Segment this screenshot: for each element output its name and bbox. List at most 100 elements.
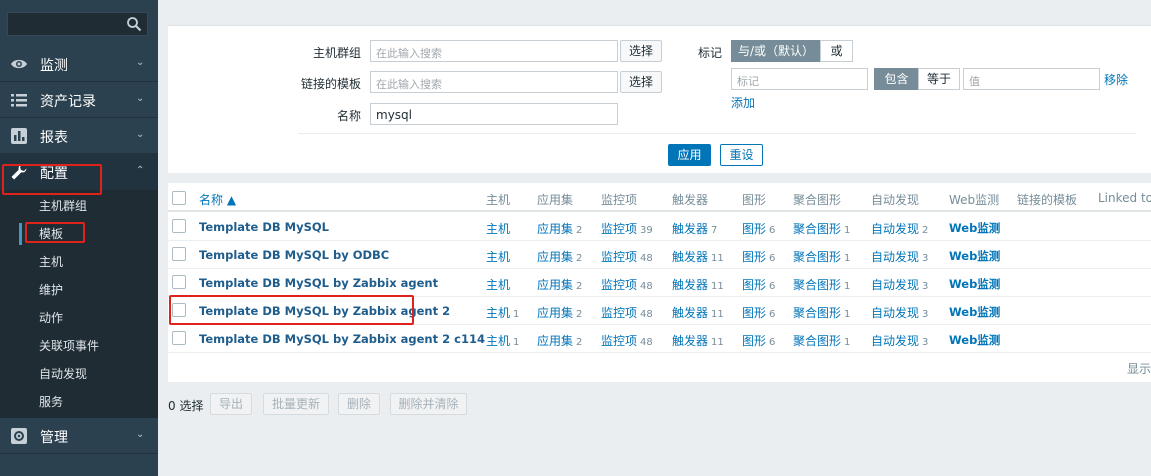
tag-value-input[interactable]: 值	[963, 68, 1100, 90]
menu-item-monitoring[interactable]: 监测 ⌄	[0, 46, 158, 82]
submenu-item-maintenance[interactable]: 维护	[0, 276, 158, 304]
select-all-checkbox[interactable]	[172, 191, 186, 205]
linked-template-select-button[interactable]: 选择	[620, 71, 662, 93]
items-link[interactable]: 监控项	[601, 306, 637, 320]
mass-update-button[interactable]: 批量更新	[263, 393, 329, 415]
delete-and-clear-button[interactable]: 删除并清除	[390, 393, 467, 415]
menu-item-reports[interactable]: 报表 ⌄	[0, 118, 158, 154]
menu-label: 资产记录	[40, 94, 96, 110]
graphs-link[interactable]: 图形	[742, 278, 766, 292]
list-icon	[11, 94, 27, 107]
screens-cell: 聚合图形 1	[793, 220, 850, 237]
items-count: 48	[640, 281, 653, 292]
graphs-link[interactable]: 图形	[742, 250, 766, 264]
row-checkbox[interactable]	[172, 219, 186, 233]
submenu-item-host-groups[interactable]: 主机群组	[0, 192, 158, 220]
menu-item-administration[interactable]: 管理 ⌄	[0, 418, 158, 454]
triggers-count: 11	[711, 281, 724, 292]
submenu-item-actions[interactable]: 动作	[0, 304, 158, 332]
hosts-link[interactable]: 主机	[486, 334, 510, 348]
applications-link[interactable]: 应用集	[537, 222, 573, 236]
sidebar-search-input[interactable]	[7, 12, 148, 36]
name-input[interactable]: mysql	[370, 103, 618, 125]
submenu-item-services[interactable]: 服务	[0, 388, 158, 416]
screens-link[interactable]: 聚合图形	[793, 334, 841, 348]
selected-count: 0 选择	[168, 399, 204, 413]
screens-count: 1	[844, 253, 851, 264]
applications-count: 2	[576, 281, 583, 292]
graphs-link[interactable]: 图形	[742, 334, 766, 348]
triggers-link[interactable]: 触发器	[672, 250, 708, 264]
highlight-box-templates	[25, 222, 85, 243]
tag-op-contains[interactable]: 包含	[874, 68, 919, 90]
hosts-link[interactable]: 主机	[486, 306, 510, 320]
tag-op-equals[interactable]: 等于	[918, 68, 960, 90]
submenu-item-hosts[interactable]: 主机	[0, 248, 158, 276]
web-link[interactable]: Web监测	[949, 248, 1000, 264]
hosts-link[interactable]: 主机	[486, 278, 510, 292]
screens-link[interactable]: 聚合图形	[793, 306, 841, 320]
submenu-item-event-correlation[interactable]: 关联项事件	[0, 332, 158, 360]
submenu-item-discovery[interactable]: 自动发现	[0, 360, 158, 388]
hosts-link[interactable]: 主机	[486, 250, 510, 264]
linked-template-input[interactable]: 在此输入搜索	[370, 71, 618, 93]
items-link[interactable]: 监控项	[601, 278, 637, 292]
tag-mode-or[interactable]: 或	[820, 40, 853, 62]
export-button[interactable]: 导出	[210, 393, 252, 415]
screens-link[interactable]: 聚合图形	[793, 250, 841, 264]
items-link[interactable]: 监控项	[601, 334, 637, 348]
triggers-link[interactable]: 触发器	[672, 306, 708, 320]
filter-panel: 主机群组 在此输入搜索 选择 链接的模板 在此输入搜索 选择 名称 mysql …	[168, 25, 1151, 173]
graphs-link[interactable]: 图形	[742, 222, 766, 236]
reset-button[interactable]: 重设	[720, 144, 763, 166]
delete-button[interactable]: 删除	[338, 393, 380, 415]
header-graphs: 图形	[742, 193, 767, 207]
tag-name-input[interactable]: 标记	[731, 68, 868, 90]
triggers-link[interactable]: 触发器	[672, 222, 708, 236]
applications-link[interactable]: 应用集	[537, 334, 573, 348]
discovery-link[interactable]: 自动发现	[871, 222, 919, 236]
triggers-cell: 触发器 7	[672, 220, 717, 237]
template-name-link[interactable]: Template DB MySQL	[199, 220, 329, 234]
tag-mode-and-or[interactable]: 与/或（默认）	[731, 40, 821, 62]
tag-add-link[interactable]: 添加	[731, 94, 755, 111]
hosts-cell: 主机	[486, 248, 513, 265]
discovery-link[interactable]: 自动发现	[871, 306, 919, 320]
web-link[interactable]: Web监测	[949, 220, 1000, 236]
applications-link[interactable]: 应用集	[537, 250, 573, 264]
discovery-count: 3	[922, 337, 929, 348]
tag-remove-link[interactable]: 移除	[1104, 71, 1128, 88]
template-name-link[interactable]: Template DB MySQL by Zabbix agent	[199, 276, 438, 290]
host-group-select-button[interactable]: 选择	[620, 40, 662, 62]
items-link[interactable]: 监控项	[601, 222, 637, 236]
hosts-cell: 主机	[486, 220, 513, 237]
graphs-count: 6	[769, 337, 776, 348]
discovery-link[interactable]: 自动发现	[871, 250, 919, 264]
row-checkbox[interactable]	[172, 247, 186, 261]
web-link[interactable]: Web监测	[949, 304, 1000, 320]
apply-button[interactable]: 应用	[668, 144, 711, 166]
screens-link[interactable]: 聚合图形	[793, 222, 841, 236]
applications-link[interactable]: 应用集	[537, 278, 573, 292]
menu-item-inventory[interactable]: 资产记录 ⌄	[0, 82, 158, 118]
screens-link[interactable]: 聚合图形	[793, 278, 841, 292]
items-link[interactable]: 监控项	[601, 250, 637, 264]
template-name-link[interactable]: Template DB MySQL by Zabbix agent 2 c114	[199, 332, 485, 346]
graphs-link[interactable]: 图形	[742, 306, 766, 320]
triggers-link[interactable]: 触发器	[672, 334, 708, 348]
triggers-link[interactable]: 触发器	[672, 278, 708, 292]
discovery-link[interactable]: 自动发现	[871, 334, 919, 348]
search-icon[interactable]	[126, 16, 142, 32]
web-link[interactable]: Web监测	[949, 276, 1000, 292]
template-name-link[interactable]: Template DB MySQL by ODBC	[199, 248, 389, 262]
host-group-input[interactable]: 在此输入搜索	[370, 40, 618, 62]
table-row: Template DB MySQL by Zabbix agent 主机 应用集…	[168, 269, 1151, 297]
host-group-label: 主机群组	[312, 46, 361, 60]
web-link[interactable]: Web监测	[949, 332, 1000, 348]
header-name[interactable]: 名称 ▲	[199, 191, 236, 208]
row-checkbox[interactable]	[172, 331, 186, 345]
row-checkbox[interactable]	[172, 275, 186, 289]
hosts-link[interactable]: 主机	[486, 222, 510, 236]
discovery-link[interactable]: 自动发现	[871, 278, 919, 292]
applications-link[interactable]: 应用集	[537, 306, 573, 320]
